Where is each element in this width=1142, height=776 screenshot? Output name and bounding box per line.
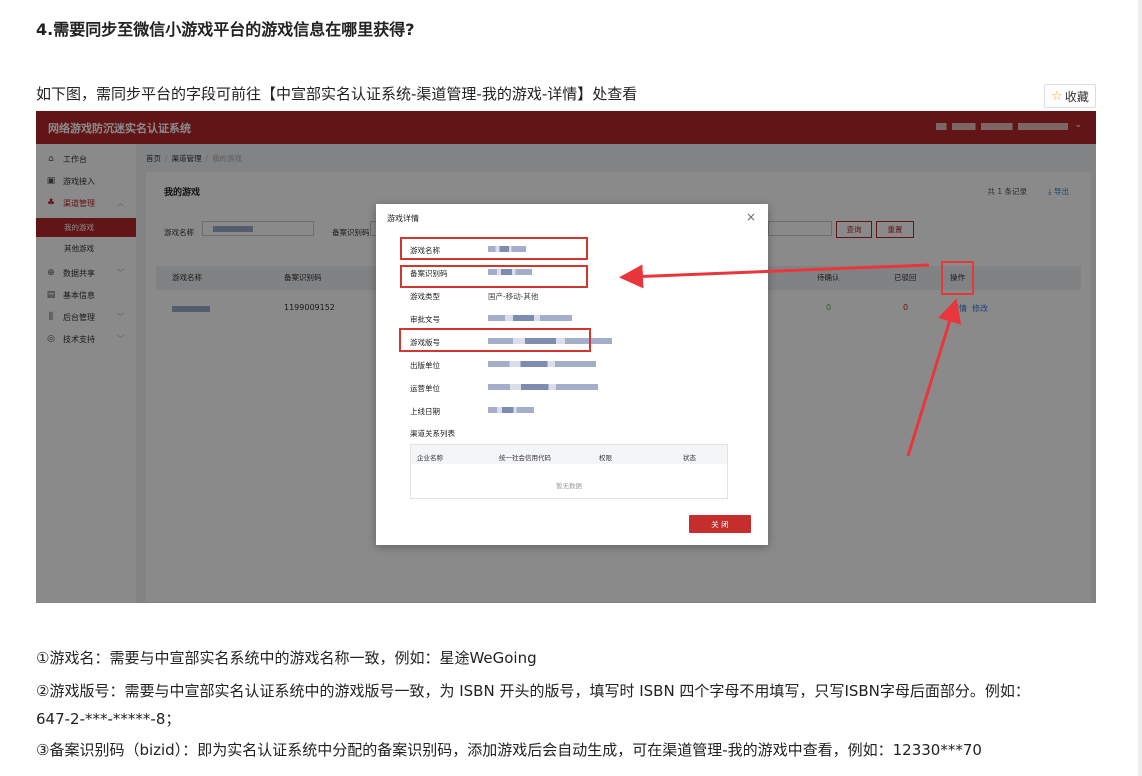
rel-th-permission: 权限: [599, 454, 612, 462]
game-detail-modal: 游戏详情 × 游戏名称 备案识别码 游戏类型 国产-移动-其他 审批文号 游戏版…: [376, 204, 768, 545]
note-game-name: ①游戏名：需要与中宣部实名系统中的游戏名称一致，例如：星途WeGoing: [36, 649, 537, 667]
field-game-type-value: 国产-移动-其他: [488, 292, 539, 301]
relation-table: 企业名称 统一社会信用代码 权限 状态 暂无数据: [410, 444, 728, 499]
relation-list-title: 渠道关系列表: [410, 429, 455, 438]
page-scrollbar[interactable]: [1138, 0, 1142, 776]
field-operator-label: 运营单位: [410, 384, 440, 393]
modal-title: 游戏详情: [387, 214, 419, 223]
intro-text: 如下图，需同步平台的字段可前往【中宣部实名认证系统-渠道管理-我的游戏-详情】处…: [36, 85, 638, 103]
redacted-approval-value: [488, 315, 572, 321]
favorite-button[interactable]: ☆ 收藏: [1044, 84, 1096, 108]
highlight-record-code: [400, 265, 588, 288]
field-launch-date-label: 上线日期: [410, 407, 440, 416]
modal-close-button[interactable]: 关 闭: [689, 515, 751, 533]
redacted-publisher-value: [488, 361, 596, 367]
redacted-operator-value: [488, 384, 598, 390]
rel-th-status: 状态: [683, 454, 696, 462]
relation-table-header: [411, 445, 727, 464]
favorite-label: 收藏: [1064, 89, 1089, 104]
highlight-game-name: [400, 237, 588, 260]
star-icon: ☆: [1051, 88, 1063, 104]
empty-state-text: 暂无数据: [556, 482, 582, 490]
field-approval-label: 审批文号: [410, 315, 440, 324]
system-screenshot: 网络游戏防沉迷实名认证系统 ⌄ ⌂ 工作台 ▣ 游戏接入 ♣ 渠道管理 ︿ 我的…: [36, 111, 1096, 603]
field-publisher-label: 出版单位: [410, 361, 440, 370]
note-isbn-example: 647-2-***-*****-8；: [36, 710, 181, 728]
note-isbn: ②游戏版号：需要与中宣部实名认证系统中的游戏版号一致，为 ISBN 开头的版号，…: [36, 682, 1030, 700]
note-bizid: ③备案识别码（bizid）：即为实名认证系统中分配的备案识别码，添加游戏后会自动…: [36, 741, 982, 759]
close-icon[interactable]: ×: [746, 210, 756, 224]
rel-th-credit-code: 统一社会信用代码: [499, 454, 551, 462]
rel-th-company: 企业名称: [417, 454, 443, 462]
redacted-launch-date-value: [488, 407, 534, 413]
question-title: 4.需要同步至微信小游戏平台的游戏信息在哪里获得?: [36, 20, 415, 39]
detail-highlight-box: [941, 261, 974, 295]
field-game-type-label: 游戏类型: [410, 292, 440, 301]
highlight-isbn: [399, 328, 591, 352]
